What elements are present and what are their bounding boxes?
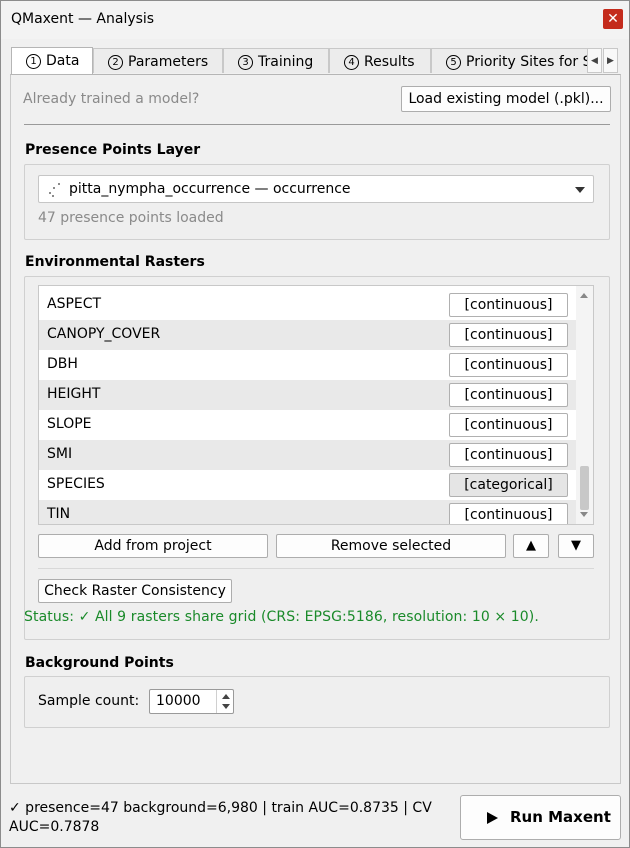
chevron-down-icon xyxy=(575,187,585,193)
move-up-button[interactable]: ▲ xyxy=(513,534,549,558)
chevron-right-icon: ▶ xyxy=(607,56,614,66)
run-button-label: Run Maxent xyxy=(510,808,611,826)
raster-name: DBH xyxy=(47,356,78,372)
raster-name: SPECIES xyxy=(47,476,105,492)
list-item[interactable]: SMI [continuous] xyxy=(39,440,577,470)
tab-scroll-right-button[interactable]: ▶ xyxy=(603,48,618,73)
tab-bar: 1 Data 2 Parameters 3 Training 4 Results 5 Pr… xyxy=(11,47,621,74)
presence-loaded-text: 47 presence points loaded xyxy=(38,210,224,226)
load-model-button[interactable]: Load existing model (.pkl)... xyxy=(401,86,611,112)
background-group: Sample count: 10000 xyxy=(24,676,610,728)
raster-type-button[interactable]: [continuous] xyxy=(449,413,568,437)
close-button[interactable]: ✕ xyxy=(603,9,623,29)
close-icon: ✕ xyxy=(607,11,619,27)
raster-name: CANOPY_COVER xyxy=(47,326,161,342)
scroll-down-icon[interactable] xyxy=(580,512,588,517)
raster-list-scrollbar[interactable] xyxy=(576,286,593,524)
sample-count-stepper[interactable]: 10000 xyxy=(149,689,234,714)
tab-number-badge: 3 xyxy=(238,55,253,70)
raster-type-button[interactable]: [categorical] xyxy=(449,473,568,497)
raster-type-button[interactable]: [continuous] xyxy=(449,323,568,347)
tab-number-badge: 1 xyxy=(26,54,41,69)
tab-label: Priority Sites for S xyxy=(466,54,589,70)
presence-group: pitta_nympha_occurrence — occurrence 47 … xyxy=(24,164,610,240)
list-item[interactable]: ASPECT [continuous] xyxy=(39,290,577,320)
chevron-left-icon: ◀ xyxy=(591,56,598,66)
raster-name: SLOPE xyxy=(47,416,92,432)
divider xyxy=(24,124,610,125)
add-from-project-button[interactable]: Add from project xyxy=(38,534,268,558)
tab-parameters[interactable]: 2 Parameters xyxy=(93,48,223,73)
list-item[interactable]: DBH [continuous] xyxy=(39,350,577,380)
check-raster-consistency-button[interactable]: Check Raster Consistency xyxy=(38,579,232,603)
raster-type-button[interactable]: [continuous] xyxy=(449,443,568,467)
title-bar: QMaxent — Analysis ✕ xyxy=(1,1,629,39)
sample-count-value: 10000 xyxy=(156,693,201,709)
raster-type-button[interactable]: [continuous] xyxy=(449,353,568,377)
tab-results[interactable]: 4 Results xyxy=(329,48,431,73)
play-icon xyxy=(487,812,498,824)
raster-type-button[interactable]: [continuous] xyxy=(449,293,568,317)
arrow-up-icon: ▲ xyxy=(526,538,536,553)
raster-name: HEIGHT xyxy=(47,386,101,402)
remove-selected-button[interactable]: Remove selected xyxy=(276,534,506,558)
rasters-section-title: Environmental Rasters xyxy=(25,254,205,270)
rasters-group: ASPECT [continuous] CANOPY_COVER [contin… xyxy=(24,276,610,640)
arrow-down-icon: ▼ xyxy=(571,538,581,553)
scroll-thumb[interactable] xyxy=(580,466,589,510)
tab-data[interactable]: 1 Data xyxy=(11,47,93,74)
tab-priority-sites[interactable]: 5 Priority Sites for S xyxy=(431,48,589,73)
tab-label: Training xyxy=(258,54,314,70)
list-item[interactable]: SPECIES [categorical] xyxy=(39,470,577,500)
tab-label: Parameters xyxy=(128,54,209,70)
tab-label: Data xyxy=(46,53,80,69)
window-title: QMaxent — Analysis xyxy=(11,11,155,27)
raster-type-button[interactable]: [continuous] xyxy=(449,383,568,407)
tab-number-badge: 4 xyxy=(344,55,359,70)
tab-training[interactable]: 3 Training xyxy=(223,48,329,73)
tab-number-badge: 5 xyxy=(446,55,461,70)
data-tab-pane: Already trained a model? Load existing m… xyxy=(10,74,621,784)
raster-name: ASPECT xyxy=(47,296,102,312)
move-down-button[interactable]: ▼ xyxy=(558,534,594,558)
list-item[interactable]: HEIGHT [continuous] xyxy=(39,380,577,410)
decrement-icon[interactable] xyxy=(222,704,230,709)
footer-status-text: ✓ presence=47 background=6,980 | train A… xyxy=(9,800,432,835)
list-item[interactable]: SLOPE [continuous] xyxy=(39,410,577,440)
selected-layer-text: pitta_nympha_occurrence — occurrence xyxy=(69,181,351,197)
presence-layer-select[interactable]: pitta_nympha_occurrence — occurrence xyxy=(38,175,594,203)
run-maxent-button[interactable]: Run Maxent xyxy=(460,795,621,840)
trained-model-prompt: Already trained a model? xyxy=(23,91,200,107)
divider xyxy=(38,568,594,569)
app-window: QMaxent — Analysis ✕ 1 Data 2 Parameters 3… xyxy=(0,0,630,848)
scroll-up-icon[interactable] xyxy=(580,293,588,298)
tab-number-badge: 2 xyxy=(108,55,123,70)
raster-list[interactable]: ASPECT [continuous] CANOPY_COVER [contin… xyxy=(38,285,594,525)
list-item[interactable]: TIN [continuous] xyxy=(39,500,577,524)
tab-label: Results xyxy=(364,54,415,70)
raster-name: SMI xyxy=(47,446,73,462)
list-item[interactable]: CANOPY_COVER [continuous] xyxy=(39,320,577,350)
tab-scroll-left-button[interactable]: ◀ xyxy=(587,48,602,73)
sample-count-label: Sample count: xyxy=(38,693,140,709)
raster-name: TIN xyxy=(47,506,71,522)
raster-type-button[interactable]: [continuous] xyxy=(449,503,568,524)
background-section-title: Background Points xyxy=(25,655,174,671)
presence-section-title: Presence Points Layer xyxy=(25,142,201,158)
increment-icon[interactable] xyxy=(222,694,230,699)
raster-status-text: Status: ✓ All 9 rasters share grid (CRS:… xyxy=(24,609,539,625)
